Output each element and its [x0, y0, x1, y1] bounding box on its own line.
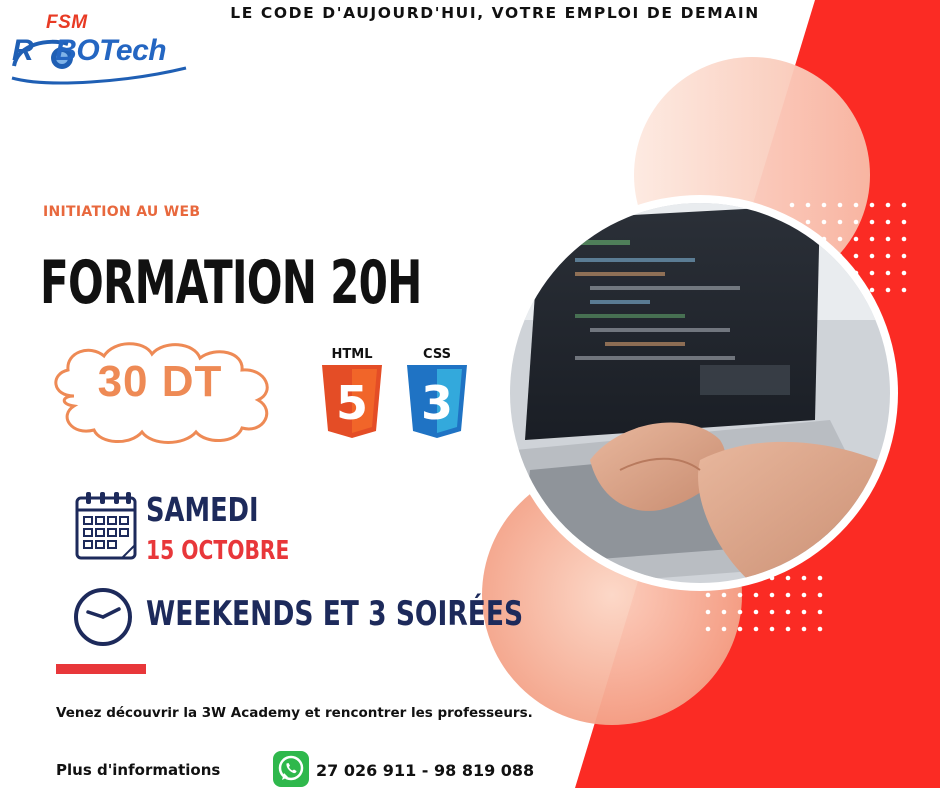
event-date: 15 OCTOBRE	[146, 536, 290, 566]
sessions-text: WEEKENDS ET 3 SOIRÉES	[146, 594, 524, 634]
logo-botech: BOTech	[55, 34, 167, 67]
divider-bar	[56, 664, 146, 674]
page-title: FORMATION 20H	[40, 248, 422, 318]
logo-wordmark: R BOTech	[12, 34, 167, 68]
logo-letter-r: R	[12, 34, 34, 67]
robotech-logo: FSM R BOTech	[8, 12, 198, 85]
whatsapp-icon	[273, 751, 309, 787]
logo-fsm-text: FSM	[46, 12, 88, 33]
clock-icon	[74, 588, 132, 646]
svg-text:HTML: HTML	[332, 347, 373, 362]
calendar-icon	[75, 492, 137, 560]
svg-text:5: 5	[336, 376, 368, 430]
svg-text:3: 3	[421, 376, 453, 430]
tagline: LE CODE D'AUJOURD'HUI, VOTRE EMPLOI DE D…	[230, 4, 760, 22]
html5-icon: HTML 5	[322, 347, 382, 438]
description-text: Venez découvrir la 3W Academy et rencont…	[56, 705, 533, 721]
event-day: SAMEDI	[146, 490, 259, 529]
svg-text:CSS: CSS	[423, 347, 451, 362]
promo-poster: FSM R BOTech LE CODE D'AUJOURD'HUI, VOTRE…	[0, 0, 940, 788]
subtitle: INITIATION AU WEB	[43, 204, 201, 220]
phone-number: 27 026 911 - 98 819 088	[316, 761, 535, 780]
price-tag: 30 DT	[97, 357, 223, 406]
css3-icon: CSS 3	[407, 347, 467, 438]
more-info-label: Plus d'informations	[56, 761, 221, 779]
